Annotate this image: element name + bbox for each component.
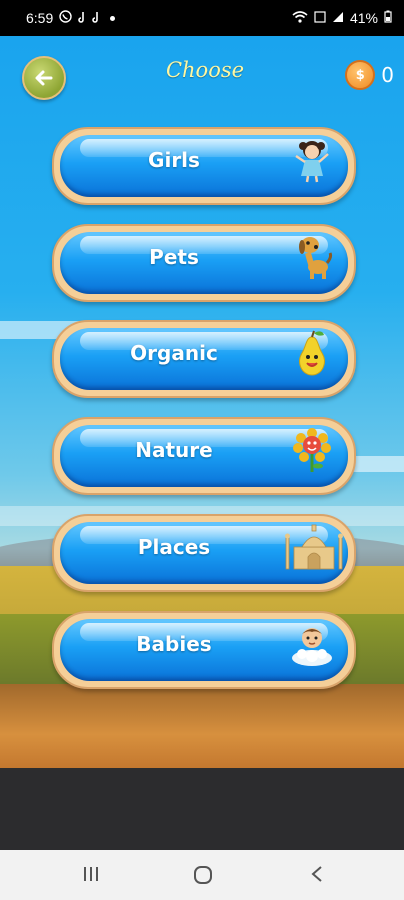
category-button-organic[interactable]: Organic [52, 320, 356, 398]
signal-icon [332, 10, 344, 26]
recent-apps-button[interactable] [82, 865, 100, 887]
girl-icon [288, 136, 336, 184]
category-button-pets[interactable]: Pets [52, 224, 356, 302]
category-label: Babies [136, 632, 212, 656]
category-label: Organic [130, 341, 218, 365]
ground [0, 684, 404, 768]
ad-banner-area [0, 768, 404, 850]
system-navigation-bar [0, 850, 404, 900]
notification-icon [78, 10, 86, 26]
coin-count: 0 [381, 63, 394, 87]
category-button-girls[interactable]: Girls [52, 127, 356, 205]
volte-icon [314, 10, 326, 26]
game-screen: Choose $ 0 Girls Pets Organic Nature Pla… [0, 36, 404, 768]
recent-apps-icon [84, 867, 98, 881]
dog-icon [288, 233, 336, 281]
status-left: 6:59 [26, 10, 116, 26]
flower-icon [288, 426, 336, 474]
back-button[interactable] [22, 56, 66, 100]
baby-icon [288, 620, 336, 668]
coin-counter: $ 0 [345, 60, 394, 90]
category-label: Nature [135, 438, 213, 462]
battery-icon [384, 10, 392, 26]
chevron-left-icon [311, 866, 322, 882]
home-icon [194, 866, 212, 884]
category-button-places[interactable]: Places [52, 514, 356, 592]
pear-icon [288, 329, 336, 377]
category-button-nature[interactable]: Nature [52, 417, 356, 495]
more-notifications-icon [110, 15, 116, 21]
category-label: Pets [149, 245, 199, 269]
home-button[interactable] [193, 865, 213, 889]
category-label: Girls [148, 148, 200, 172]
clock: 6:59 [26, 10, 54, 26]
taj-mahal-icon [284, 523, 344, 571]
title-container: Choose [150, 58, 260, 94]
status-right: 41% [292, 10, 392, 26]
category-label: Places [137, 535, 211, 559]
wifi-icon [292, 10, 308, 26]
notification-icon [92, 10, 100, 26]
page-title: Choose [165, 58, 245, 82]
coin-icon: $ [345, 60, 376, 90]
back-nav-button[interactable] [310, 865, 324, 887]
arrow-left-icon [35, 70, 53, 86]
category-button-babies[interactable]: Babies [52, 611, 356, 689]
status-bar: 6:59 41% [0, 0, 404, 36]
battery-level: 41% [349, 10, 378, 26]
coin-symbol: $ [355, 67, 365, 83]
whatsapp-icon [59, 10, 72, 26]
